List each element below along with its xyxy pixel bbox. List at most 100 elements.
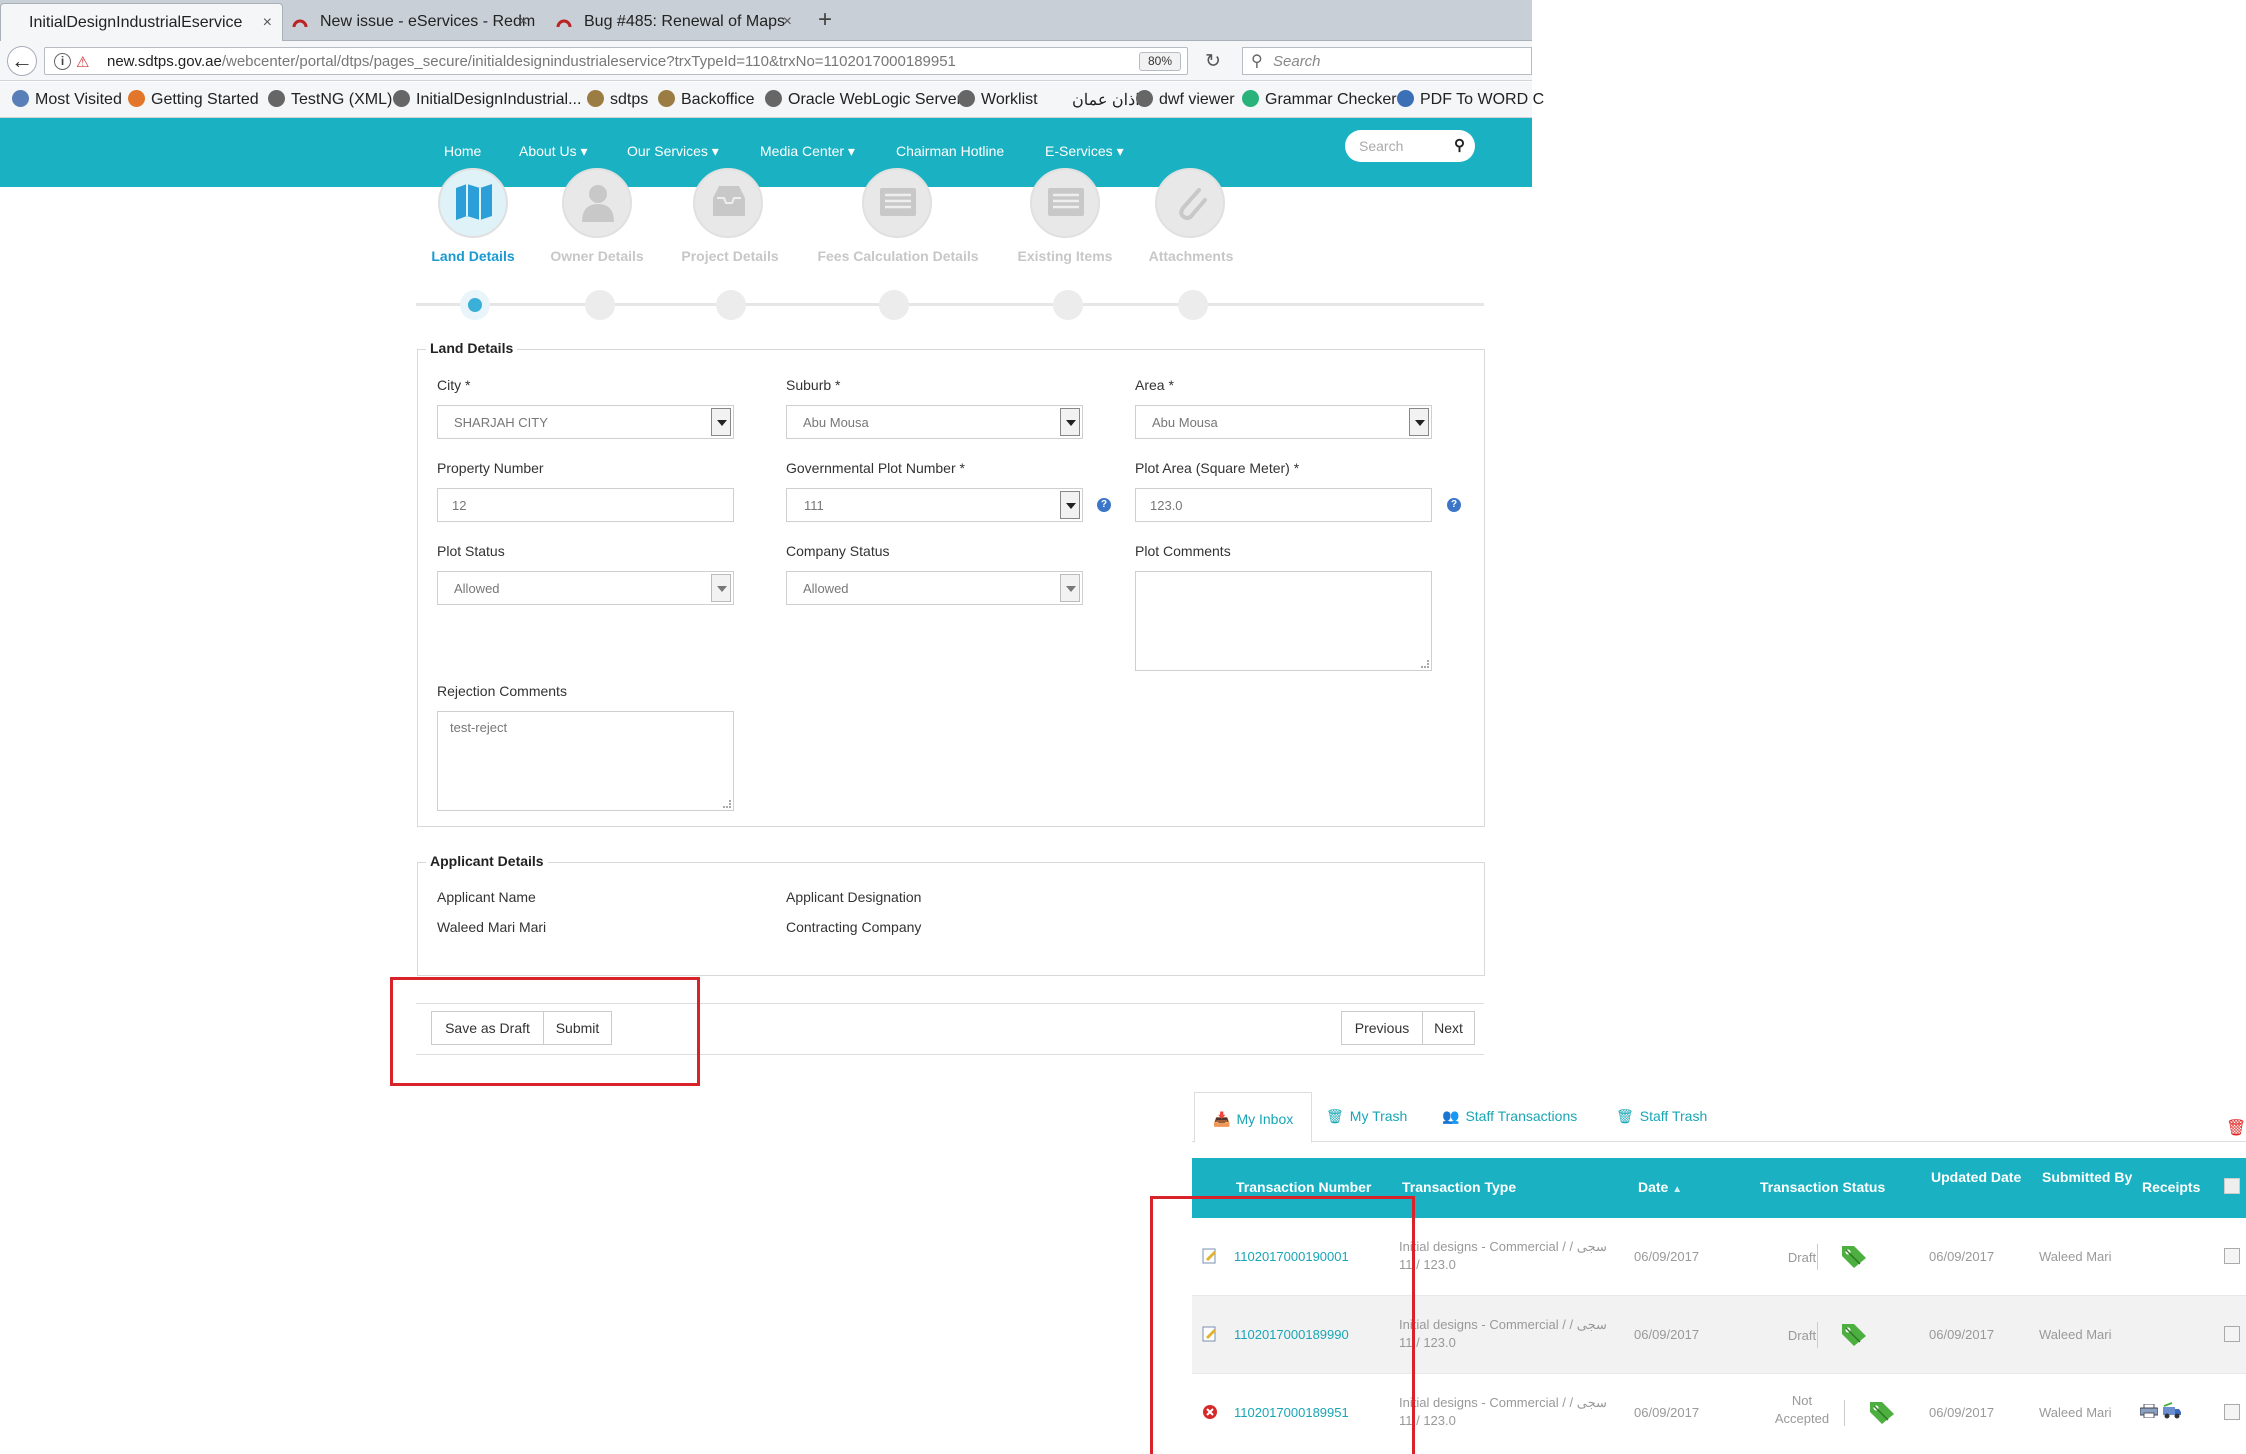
- step-dot-owner-details[interactable]: [585, 290, 615, 320]
- close-icon[interactable]: ×: [783, 3, 792, 41]
- browser-tab-bug-485[interactable]: Bug #485: Renewal of Maps ×: [548, 3, 802, 41]
- step-label-fees-calculation[interactable]: Fees Calculation Details: [808, 248, 988, 264]
- browser-tab-new-issue[interactable]: New issue - eServices - Redm ×: [284, 3, 538, 41]
- city-select[interactable]: SHARJAH CITY: [437, 405, 734, 439]
- area-select[interactable]: Abu Mousa: [1135, 405, 1432, 439]
- step-dot-project-details[interactable]: [716, 290, 746, 320]
- bookmark-item[interactable]: InitialDesignIndustrial...: [393, 90, 581, 109]
- tag-icon[interactable]: [1840, 1322, 1868, 1348]
- list-icon[interactable]: [1030, 168, 1100, 238]
- bookmark-item[interactable]: اذان عمان: [1072, 90, 1140, 110]
- row-checkbox[interactable]: [2224, 1248, 2240, 1264]
- help-icon[interactable]: ?: [1447, 498, 1461, 512]
- step-dot-existing-items[interactable]: [1053, 290, 1083, 320]
- print-icon[interactable]: [2140, 1404, 2158, 1418]
- user-icon[interactable]: [562, 168, 632, 238]
- browser-search-box[interactable]: ⚲ Search: [1242, 47, 1532, 75]
- resize-grip-icon[interactable]: [723, 800, 731, 808]
- chevron-down-icon[interactable]: [1409, 408, 1429, 436]
- col-transaction-type[interactable]: Transaction Type: [1402, 1178, 1516, 1197]
- bookmark-item[interactable]: sdtps: [587, 90, 648, 109]
- step-dot-attachments[interactable]: [1178, 290, 1208, 320]
- plot-status-select[interactable]: Allowed: [437, 571, 734, 605]
- nav-e-services[interactable]: E-Services ▾: [1045, 143, 1124, 160]
- bookmark-item[interactable]: Worklist: [958, 90, 1038, 109]
- step-label-land-details[interactable]: Land Details: [430, 248, 516, 264]
- col-updated-date[interactable]: Updated Date: [1931, 1168, 2021, 1187]
- delete-trash-icon[interactable]: 🗑: [2226, 1118, 2246, 1138]
- company-status-select[interactable]: Allowed: [786, 571, 1083, 605]
- chevron-down-icon[interactable]: [1060, 408, 1080, 436]
- bookmark-icon: [268, 90, 285, 107]
- close-icon[interactable]: ×: [263, 4, 272, 41]
- nav-media-center[interactable]: Media Center ▾: [760, 143, 855, 160]
- bookmark-item[interactable]: TestNG (XML): [268, 90, 392, 109]
- row-checkbox[interactable]: [2224, 1326, 2240, 1342]
- new-tab-button[interactable]: +: [818, 2, 832, 38]
- tab-staff-transactions[interactable]: 👥 Staff Transactions: [1442, 1090, 1577, 1142]
- bookmark-item[interactable]: Oracle WebLogic Server: [765, 90, 962, 109]
- nav-chairman-hotline[interactable]: Chairman Hotline: [896, 143, 1004, 159]
- col-transaction-status[interactable]: Transaction Status: [1760, 1178, 1885, 1197]
- bookmark-icon: [128, 90, 145, 107]
- col-date[interactable]: Date ▲: [1638, 1178, 1682, 1199]
- tag-icon[interactable]: [1868, 1400, 1896, 1426]
- suburb-select[interactable]: Abu Mousa: [786, 405, 1083, 439]
- col-transaction-number[interactable]: Transaction Number: [1236, 1178, 1371, 1197]
- bookmark-item[interactable]: dwf viewer: [1136, 90, 1235, 109]
- reload-icon[interactable]: ↻: [1205, 50, 1221, 73]
- inbox-tray-icon[interactable]: [693, 168, 763, 238]
- plot-comments-textarea[interactable]: [1135, 571, 1432, 671]
- city-value: SHARJAH CITY: [454, 415, 548, 430]
- bookmark-icon: [1136, 90, 1153, 107]
- nav-about-us[interactable]: About Us ▾: [519, 143, 588, 160]
- property-number-input[interactable]: 12: [437, 488, 734, 522]
- rejection-comments-textarea[interactable]: test-reject: [437, 711, 734, 811]
- list-icon[interactable]: [862, 168, 932, 238]
- site-search-input[interactable]: Search ⚲: [1345, 130, 1475, 162]
- select-all-checkbox[interactable]: [2224, 1178, 2240, 1194]
- back-button[interactable]: ←: [7, 46, 37, 76]
- step-label-project-details[interactable]: Project Details: [670, 248, 790, 264]
- map-icon[interactable]: [438, 168, 508, 238]
- row-checkbox[interactable]: [2224, 1404, 2240, 1420]
- bookmark-item[interactable]: PDF To WORD C: [1397, 90, 1544, 109]
- zoom-level-badge[interactable]: 80%: [1139, 52, 1182, 71]
- chevron-down-icon[interactable]: [711, 574, 731, 602]
- plot-status-label: Plot Status: [437, 543, 505, 559]
- plot-area-input[interactable]: 123.0: [1135, 488, 1432, 522]
- bookmark-item[interactable]: Getting Started: [128, 90, 259, 109]
- previous-button[interactable]: Previous: [1341, 1011, 1423, 1045]
- col-submitted-by[interactable]: Submitted By: [2042, 1168, 2132, 1187]
- bookmark-item[interactable]: Most Visited: [12, 90, 122, 109]
- chevron-down-icon[interactable]: [1060, 574, 1080, 602]
- step-label-existing-items[interactable]: Existing Items: [1010, 248, 1120, 264]
- step-label-attachments[interactable]: Attachments: [1140, 248, 1242, 264]
- address-bar[interactable]: i ⚠ new.sdtps.gov.ae/webcenter/portal/dt…: [44, 47, 1221, 75]
- info-icon[interactable]: i: [54, 53, 71, 70]
- tab-my-trash[interactable]: 🗑 My Trash: [1326, 1090, 1407, 1142]
- tab-my-inbox[interactable]: 📥 My Inbox: [1194, 1092, 1313, 1143]
- redmine-icon: [292, 19, 308, 28]
- paperclip-icon[interactable]: [1155, 168, 1225, 238]
- close-icon[interactable]: ×: [519, 3, 528, 41]
- chevron-down-icon[interactable]: [711, 408, 731, 436]
- resize-grip-icon[interactable]: [1421, 660, 1429, 668]
- step-label-owner-details[interactable]: Owner Details: [542, 248, 652, 264]
- nav-home[interactable]: Home: [444, 143, 481, 159]
- next-button[interactable]: Next: [1422, 1011, 1475, 1045]
- browser-tab-initialdesign[interactable]: InitialDesignIndustrialEservice ×: [0, 3, 283, 41]
- step-dot-fees[interactable]: [879, 290, 909, 320]
- col-receipts[interactable]: Receipts: [2142, 1178, 2200, 1197]
- bookmark-icon: [1397, 90, 1414, 107]
- tag-icon[interactable]: [1840, 1244, 1868, 1270]
- bookmark-item[interactable]: Backoffice: [658, 90, 755, 109]
- delivery-truck-icon[interactable]: [2162, 1402, 2182, 1420]
- bookmark-item[interactable]: Grammar Checker: [1242, 90, 1397, 109]
- tab-staff-trash[interactable]: 🗑 Staff Trash: [1616, 1090, 1707, 1142]
- gov-plot-number-select[interactable]: 111: [786, 488, 1083, 522]
- help-icon[interactable]: ?: [1097, 498, 1111, 512]
- nav-our-services[interactable]: Our Services ▾: [627, 143, 719, 160]
- step-dot-land-details[interactable]: [460, 290, 490, 320]
- chevron-down-icon[interactable]: [1060, 491, 1080, 519]
